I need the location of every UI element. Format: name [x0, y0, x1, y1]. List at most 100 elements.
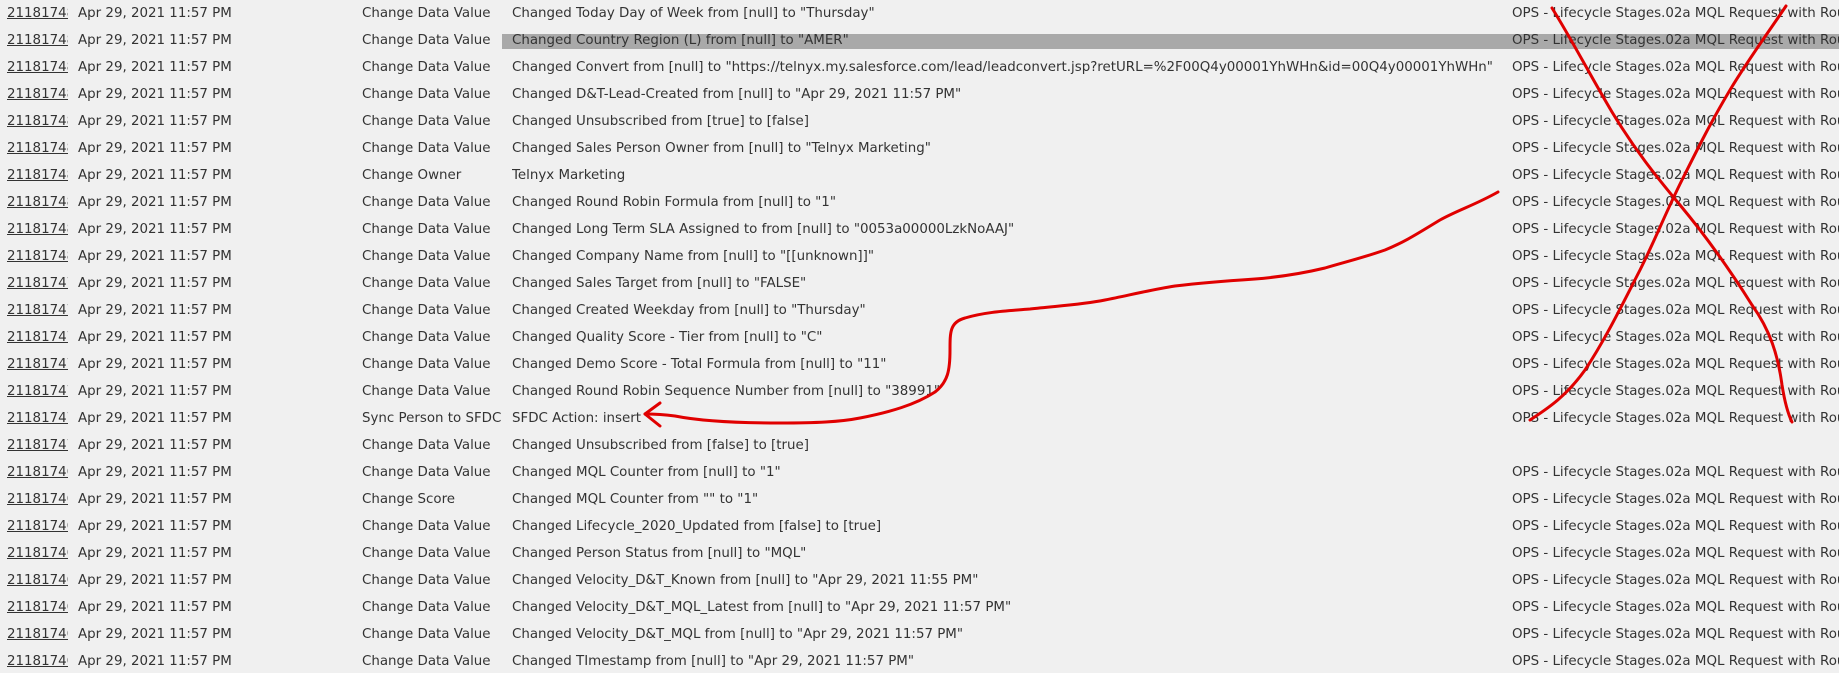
activity-campaign: OPS - Lifecycle Stages.02a MQL Request w… — [1512, 6, 1839, 21]
activity-date: Apr 29, 2021 11:57 PM — [78, 87, 232, 102]
activity-campaign: OPS - Lifecycle Stages.02a MQL Request w… — [1512, 222, 1839, 237]
activity-id-link[interactable]: 211817467 — [7, 513, 68, 540]
activity-date: Apr 29, 2021 11:57 PM — [78, 465, 232, 480]
activity-id-link[interactable]: 211817480 — [7, 243, 68, 270]
activity-date: Apr 29, 2021 11:57 PM — [78, 411, 232, 426]
activity-log-page: 211817489 Apr 29, 2021 11:57 PM Change Dat… — [0, 0, 1839, 673]
activity-id-link[interactable]: 211817483 — [7, 162, 68, 189]
activity-id-link[interactable]: 211817489 — [7, 0, 68, 27]
activity-campaign: OPS - Lifecycle Stages.02a MQL Request w… — [1512, 465, 1839, 480]
activity-detail: SFDC Action: insert — [512, 411, 642, 426]
activity-type: Change Data Value — [362, 195, 491, 210]
activity-date: Apr 29, 2021 11:57 PM — [78, 330, 232, 345]
table-row: 211817480 Apr 29, 2021 11:57 PM Change Dat… — [0, 243, 1839, 270]
activity-id-link[interactable]: 211817479 — [7, 270, 68, 297]
activity-date: Apr 29, 2021 11:57 PM — [78, 195, 232, 210]
table-row: 211817468 Apr 29, 2021 11:57 PM Change Sco… — [0, 486, 1839, 513]
activity-type: Change Data Value — [362, 438, 491, 453]
table-row: 211817476 Apr 29, 2021 11:57 PM Change Dat… — [0, 351, 1839, 378]
activity-campaign: OPS - Lifecycle Stages.02a MQL Request w… — [1512, 600, 1839, 615]
activity-id-link[interactable]: 211817468 — [7, 486, 68, 513]
activity-id-link[interactable]: 211817482 — [7, 189, 68, 216]
activity-date: Apr 29, 2021 11:57 PM — [78, 492, 232, 507]
activity-id-link[interactable]: 211817484 — [7, 135, 68, 162]
activity-id-link[interactable]: 211817487 — [7, 54, 68, 81]
activity-campaign: OPS - Lifecycle Stages.02a MQL Request w… — [1512, 411, 1839, 426]
activity-type: Change Data Value — [362, 249, 491, 264]
activity-detail: Changed Round Robin Formula from [null] … — [512, 195, 836, 210]
activity-detail: Changed Lifecycle_2020_Updated from [fal… — [512, 519, 882, 534]
activity-campaign: OPS - Lifecycle Stages.02a MQL Request w… — [1512, 60, 1839, 75]
activity-id-link[interactable]: 211817475 — [7, 378, 68, 405]
activity-date: Apr 29, 2021 11:57 PM — [78, 33, 232, 48]
table-row: 211817462 Apr 29, 2021 11:57 PM Change Dat… — [0, 648, 1839, 673]
activity-id-link[interactable]: 211817464 — [7, 594, 68, 621]
activity-id-link[interactable]: 211817471 — [7, 432, 68, 459]
activity-id-link[interactable]: 211817463 — [7, 621, 68, 648]
activity-date: Apr 29, 2021 11:57 PM — [78, 519, 232, 534]
activity-detail: Telnyx Marketing — [512, 168, 626, 183]
activity-id-link[interactable]: 211817478 — [7, 297, 68, 324]
activity-type: Change Data Value — [362, 114, 491, 129]
activity-campaign: OPS - Lifecycle Stages.02a MQL Request w… — [1512, 519, 1839, 534]
activity-detail: Changed Company Name from [null] to "[[u… — [512, 249, 875, 264]
table-row: 211817467 Apr 29, 2021 11:57 PM Change Dat… — [0, 513, 1839, 540]
activity-detail: Changed Long Term SLA Assigned to from [… — [512, 222, 1015, 237]
activity-detail: Changed D&T-Lead-Created from [null] to … — [512, 87, 962, 102]
table-row: 211817486 Apr 29, 2021 11:57 PM Change Dat… — [0, 81, 1839, 108]
activity-id-link[interactable]: 211817486 — [7, 81, 68, 108]
activity-detail: Changed Velocity_D&T_Known from [null] t… — [512, 573, 979, 588]
activity-id-link[interactable]: 211817485 — [7, 108, 68, 135]
table-row: 211817469 Apr 29, 2021 11:57 PM Change Dat… — [0, 459, 1839, 486]
table-row: 211817478 Apr 29, 2021 11:57 PM Change Dat… — [0, 297, 1839, 324]
activity-type: Change Data Value — [362, 60, 491, 75]
activity-campaign: OPS - Lifecycle Stages.02a MQL Request w… — [1512, 168, 1839, 183]
activity-campaign: OPS - Lifecycle Stages.02a MQL Request w… — [1512, 627, 1839, 642]
activity-type: Change Data Value — [362, 222, 491, 237]
activity-detail: Changed Unsubscribed from [true] to [fal… — [512, 114, 809, 129]
table-row: 211817471 Apr 29, 2021 11:57 PM Change Dat… — [0, 432, 1839, 459]
activity-type: Change Data Value — [362, 33, 491, 48]
table-row: 211817487 Apr 29, 2021 11:57 PM Change Dat… — [0, 54, 1839, 81]
activity-id-link[interactable]: 211817476 — [7, 351, 68, 378]
activity-type: Change Data Value — [362, 330, 491, 345]
table-row: 211817474 Apr 29, 2021 11:57 PM Sync Perso… — [0, 405, 1839, 432]
activity-type: Change Data Value — [362, 654, 491, 669]
activity-date: Apr 29, 2021 11:57 PM — [78, 384, 232, 399]
activity-type: Change Data Value — [362, 546, 491, 561]
activity-type: Change Data Value — [362, 87, 491, 102]
activity-detail: Changed Demo Score - Total Formula from … — [512, 357, 887, 372]
activity-detail: Changed TImestamp from [null] to "Apr 29… — [512, 654, 915, 669]
activity-id-link[interactable]: 211817465 — [7, 567, 68, 594]
activity-campaign: OPS - Lifecycle Stages.02a MQL Request w… — [1512, 114, 1839, 129]
activity-detail: Changed Round Robin Sequence Number from… — [512, 384, 941, 399]
activity-id-link[interactable]: 211817477 — [7, 324, 68, 351]
activity-campaign: OPS - Lifecycle Stages.02a MQL Request w… — [1512, 276, 1839, 291]
table-row: 211817475 Apr 29, 2021 11:57 PM Change Dat… — [0, 378, 1839, 405]
activity-detail: Changed Convert from [null] to "https://… — [512, 60, 1493, 75]
activity-type: Change Data Value — [362, 519, 491, 534]
activity-detail: Changed Person Status from [null] to "MQ… — [512, 546, 807, 561]
activity-campaign: OPS - Lifecycle Stages.02a MQL Request w… — [1512, 303, 1839, 318]
activity-date: Apr 29, 2021 11:57 PM — [78, 600, 232, 615]
activity-id-link[interactable]: 211817481 — [7, 216, 68, 243]
activity-type: Change Score — [362, 492, 456, 507]
activity-id-link[interactable]: 211817474 — [7, 405, 68, 432]
activity-campaign: OPS - Lifecycle Stages.02a MQL Request w… — [1512, 195, 1839, 210]
activity-date: Apr 29, 2021 11:57 PM — [78, 60, 232, 75]
activity-detail: Changed Quality Score - Tier from [null]… — [512, 330, 823, 345]
activity-type: Change Data Value — [362, 6, 491, 21]
activity-type: Change Data Value — [362, 384, 491, 399]
activity-id-link[interactable]: 211817466 — [7, 540, 68, 567]
table-row: 211817485 Apr 29, 2021 11:57 PM Change Dat… — [0, 108, 1839, 135]
activity-detail: Changed Today Day of Week from [null] to… — [512, 6, 875, 21]
activity-detail: Changed Velocity_D&T_MQL from [null] to … — [512, 627, 964, 642]
activity-date: Apr 29, 2021 11:57 PM — [78, 168, 232, 183]
activity-date: Apr 29, 2021 11:57 PM — [78, 303, 232, 318]
activity-type: Change Data Value — [362, 276, 491, 291]
activity-date: Apr 29, 2021 11:57 PM — [78, 114, 232, 129]
activity-id-link[interactable]: 211817469 — [7, 459, 68, 486]
activity-id-link[interactable]: 211817462 — [7, 648, 68, 673]
activity-id-link[interactable]: 211817488 — [7, 27, 68, 54]
activity-detail: Changed Sales Target from [null] to "FAL… — [512, 276, 807, 291]
